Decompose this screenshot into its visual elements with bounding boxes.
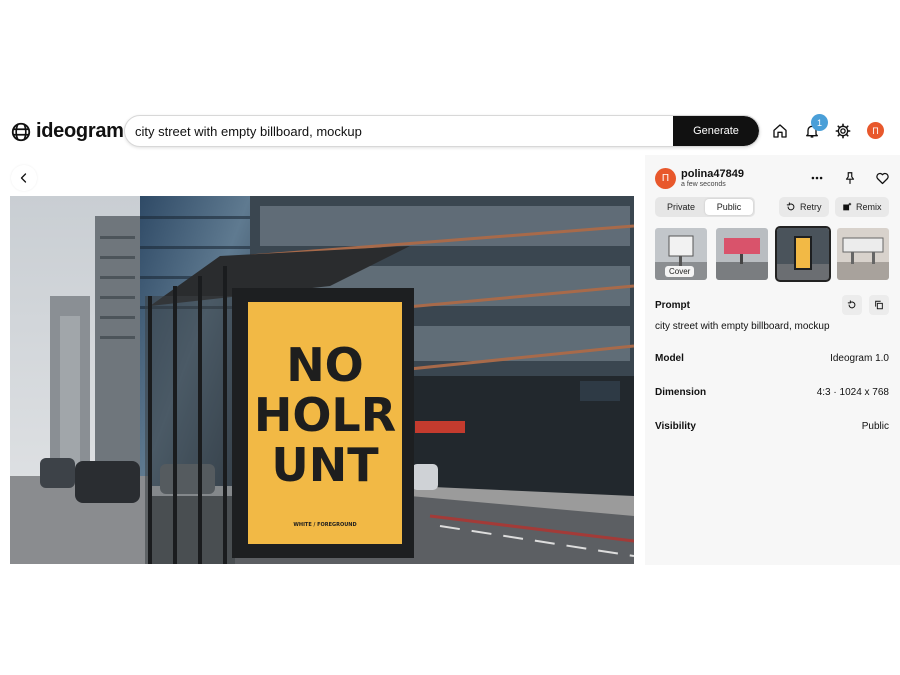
top-bar: ideogram Generate [0, 110, 900, 152]
generate-button[interactable]: Generate [673, 116, 759, 146]
model-label: Model [655, 353, 684, 364]
heart-icon [875, 172, 889, 184]
page-bottom [0, 565, 900, 675]
public-option[interactable]: Public [705, 199, 753, 215]
poster-line-1: NO [286, 338, 364, 392]
username[interactable]: polina47849 [681, 168, 744, 180]
remix-icon [843, 202, 852, 211]
logo-text: ideogram [36, 120, 124, 142]
profile-avatar[interactable]: Π [867, 122, 884, 139]
logo[interactable]: ideogram [10, 120, 124, 143]
prompt-label: Prompt [655, 300, 690, 311]
remix-label: Remix [856, 202, 882, 212]
model-value: Ideogram 1.0 [830, 353, 889, 364]
home-button[interactable] [770, 121, 790, 141]
logo-icon [11, 122, 31, 141]
retry-label: Retry [800, 202, 822, 212]
timestamp: a few seconds [681, 181, 726, 188]
chevron-left-icon [20, 173, 27, 183]
visibility-value: Public [861, 421, 889, 432]
user-avatar[interactable]: Π [655, 168, 676, 189]
home-icon [773, 124, 787, 138]
image-details-panel: Π polina47849 a few seconds Private Publ… [645, 155, 900, 565]
thumbnail-3[interactable] [775, 226, 831, 282]
thumbnail-4[interactable] [837, 228, 889, 280]
poster-small-text: WHITE / FOREGROUND [293, 522, 356, 528]
cover-label: Cover [665, 266, 695, 277]
back-button[interactable] [11, 165, 37, 191]
copy-prompt-button[interactable] [869, 295, 889, 315]
notification-badge: 1 [811, 114, 828, 131]
dimension-label: Dimension [655, 387, 707, 398]
pin-button[interactable] [842, 170, 858, 186]
gear-icon [835, 123, 851, 139]
copy-icon [875, 300, 883, 310]
poster-line-3: UNT [271, 438, 379, 492]
more-icon [811, 176, 823, 180]
undo-icon [847, 300, 856, 309]
remix-button[interactable]: Remix [835, 197, 889, 217]
private-option[interactable]: Private [657, 199, 705, 215]
poster-line-2: HOLR [254, 388, 396, 442]
reuse-prompt-button[interactable] [842, 295, 862, 315]
thumbnail-2[interactable] [716, 228, 768, 280]
visibility-label: Visibility [655, 421, 696, 432]
prompt-text: city street with empty billboard, mockup [655, 321, 830, 332]
retry-button[interactable]: Retry [779, 197, 829, 217]
dimension-value: 4:3 · 1024 x 768 [816, 387, 889, 398]
favorite-button[interactable] [874, 170, 890, 186]
visibility-toggle: Private Public [655, 197, 755, 217]
prompt-input[interactable] [125, 116, 675, 146]
more-button[interactable] [809, 170, 825, 186]
search-bar: Generate [124, 115, 760, 147]
generated-image[interactable]: NO HOLR UNT WHITE / FOREGROUND [10, 196, 634, 564]
thumbnail-1[interactable]: Cover [655, 228, 707, 280]
pin-icon [845, 172, 855, 184]
retry-icon [786, 202, 795, 211]
settings-button[interactable] [833, 121, 853, 141]
